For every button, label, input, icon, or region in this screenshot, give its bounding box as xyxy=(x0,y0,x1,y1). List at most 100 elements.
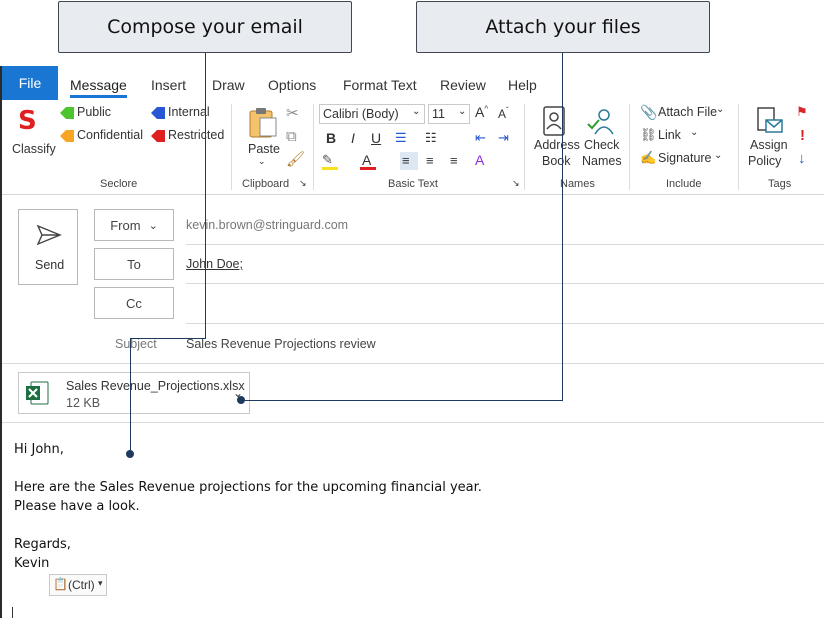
red-tag-icon xyxy=(151,130,165,142)
highlight-icon[interactable]: ✎ xyxy=(322,152,340,170)
font-size-value: 11 xyxy=(432,107,445,121)
chevron-down-icon: ⌄ xyxy=(412,106,421,117)
body-signature[interactable]: Kevin xyxy=(14,556,49,571)
seclore-logo-icon: S xyxy=(18,106,37,136)
tab-file[interactable]: File xyxy=(2,66,58,100)
group-label-include: Include xyxy=(666,178,702,190)
connector-compose xyxy=(205,53,206,338)
check-names-icon xyxy=(587,109,614,135)
send-icon xyxy=(36,224,62,246)
internal-label: Internal xyxy=(168,105,210,119)
subject-input[interactable]: Sales Revenue Projections review xyxy=(186,337,376,351)
underline-button[interactable]: U xyxy=(371,130,381,146)
chevron-down-icon: ⌄ xyxy=(148,219,158,232)
bullets-icon[interactable]: ☰ xyxy=(395,130,407,146)
font-color-icon[interactable]: A xyxy=(360,152,378,170)
attachment-size: 12 KB xyxy=(66,396,101,410)
callout-compose-text: Compose your email xyxy=(107,16,303,38)
divider xyxy=(186,323,824,324)
outlook-compose-window: File Message Insert Draw Options Format … xyxy=(0,66,824,618)
check-names-label-2: Names xyxy=(582,154,622,168)
font-name-value: Calibri (Body) xyxy=(323,107,399,121)
tab-help[interactable]: Help xyxy=(508,77,537,93)
align-left-icon[interactable]: ≡ xyxy=(400,152,418,170)
dialog-launcher-icon[interactable]: ↘ xyxy=(299,178,307,189)
connector-compose xyxy=(130,338,131,454)
high-importance-icon[interactable]: ! xyxy=(800,127,805,144)
separator xyxy=(629,104,630,190)
attachment-card[interactable]: Sales Revenue_Projections.xlsx 12 KB ⌄ xyxy=(18,372,250,414)
group-label-clipboard: Clipboard xyxy=(242,178,290,190)
font-name-dropdown[interactable]: Calibri (Body) ⌄ xyxy=(319,104,425,124)
divider xyxy=(2,422,824,423)
body-line-1[interactable]: Here are the Sales Revenue projections f… xyxy=(14,480,482,495)
subject-label: Subject xyxy=(115,337,157,351)
assign-policy-label-2: Policy xyxy=(748,154,782,168)
chevron-down-icon: ⌄ xyxy=(458,106,467,117)
body-greeting[interactable]: Hi John, xyxy=(14,442,64,457)
body-line-2[interactable]: Please have a look. xyxy=(14,499,140,514)
assign-policy-icon xyxy=(757,107,783,133)
shrink-font-icon[interactable]: Aˇ xyxy=(498,106,509,121)
cc-button[interactable]: Cc xyxy=(94,287,174,319)
address-book-label-2: Book xyxy=(542,154,571,168)
chevron-down-icon: ⌄ xyxy=(258,156,266,166)
group-label-basic-text: Basic Text xyxy=(388,178,438,190)
clipboard-icon xyxy=(249,108,277,138)
address-book-icon xyxy=(543,106,565,136)
paste-options-button[interactable]: 📋 (Ctrl) ▾ xyxy=(49,574,107,596)
send-button[interactable]: Send xyxy=(18,209,78,285)
classify-button[interactable]: S Classify xyxy=(10,104,56,156)
cc-label: Cc xyxy=(126,295,142,311)
assign-policy-button[interactable]: Assign Policy xyxy=(746,104,792,170)
from-label: From xyxy=(110,217,141,233)
numbering-icon[interactable]: ☷ xyxy=(425,130,437,146)
address-book-label-1: Address xyxy=(534,138,580,152)
format-painter-icon[interactable]: 🖌 xyxy=(286,150,305,168)
align-center-icon[interactable]: ≡ xyxy=(426,153,434,168)
text-cursor xyxy=(12,607,13,618)
caret-down-icon: ▾ xyxy=(98,578,103,588)
to-button[interactable]: To xyxy=(94,248,174,280)
attachment-name: Sales Revenue_Projections.xlsx xyxy=(66,379,245,393)
align-right-icon[interactable]: ≡ xyxy=(450,153,458,168)
decrease-indent-icon[interactable]: ⇤ xyxy=(475,130,486,146)
tab-message[interactable]: Message xyxy=(70,77,127,98)
bold-button[interactable]: B xyxy=(326,130,336,146)
to-recipient[interactable]: John Doe; xyxy=(186,257,243,271)
connector-attach xyxy=(241,400,563,401)
callout-attach-text: Attach your files xyxy=(485,16,641,38)
paste-button[interactable]: Paste ⌄ xyxy=(244,104,282,170)
chevron-down-icon: ⌄ xyxy=(690,127,699,138)
ribbon-tabs: File Message Insert Draw Options Format … xyxy=(2,66,824,100)
from-button[interactable]: From ⌄ xyxy=(94,209,174,241)
address-book-button[interactable]: Address Book xyxy=(532,104,580,170)
tab-options[interactable]: Options xyxy=(268,77,316,93)
dialog-launcher-icon[interactable]: ↘ xyxy=(512,178,520,189)
increase-indent-icon[interactable]: ⇥ xyxy=(498,130,509,146)
link-label: Link xyxy=(658,128,681,142)
cut-icon[interactable]: ✂ xyxy=(286,104,299,122)
font-size-dropdown[interactable]: 11 ⌄ xyxy=(428,104,470,124)
connector-dot xyxy=(237,396,245,404)
flag-icon[interactable]: ⚑ xyxy=(796,104,808,120)
tab-review[interactable]: Review xyxy=(440,77,486,93)
low-importance-icon[interactable]: ↓ xyxy=(798,150,806,167)
cc-input[interactable] xyxy=(186,287,824,323)
italic-button[interactable]: I xyxy=(351,130,355,146)
restricted-label: Restricted xyxy=(168,128,225,142)
check-names-button[interactable]: Check Names xyxy=(580,104,624,170)
tab-draw[interactable]: Draw xyxy=(212,77,245,93)
grow-font-icon[interactable]: A^ xyxy=(475,104,488,120)
blue-tag-icon xyxy=(151,107,165,119)
copy-icon[interactable]: ⧉ xyxy=(286,128,297,145)
connector-compose xyxy=(130,338,206,339)
clipboard-icon: 📋 xyxy=(53,577,68,591)
paperclip-icon: 📎 xyxy=(640,104,658,120)
tab-format-text[interactable]: Format Text xyxy=(343,77,417,93)
tab-insert[interactable]: Insert xyxy=(151,77,186,93)
link-icon: ⛓ xyxy=(640,127,657,142)
body-closing[interactable]: Regards, xyxy=(14,537,71,552)
divider xyxy=(186,283,824,284)
clear-formatting-icon[interactable]: A xyxy=(475,152,484,168)
